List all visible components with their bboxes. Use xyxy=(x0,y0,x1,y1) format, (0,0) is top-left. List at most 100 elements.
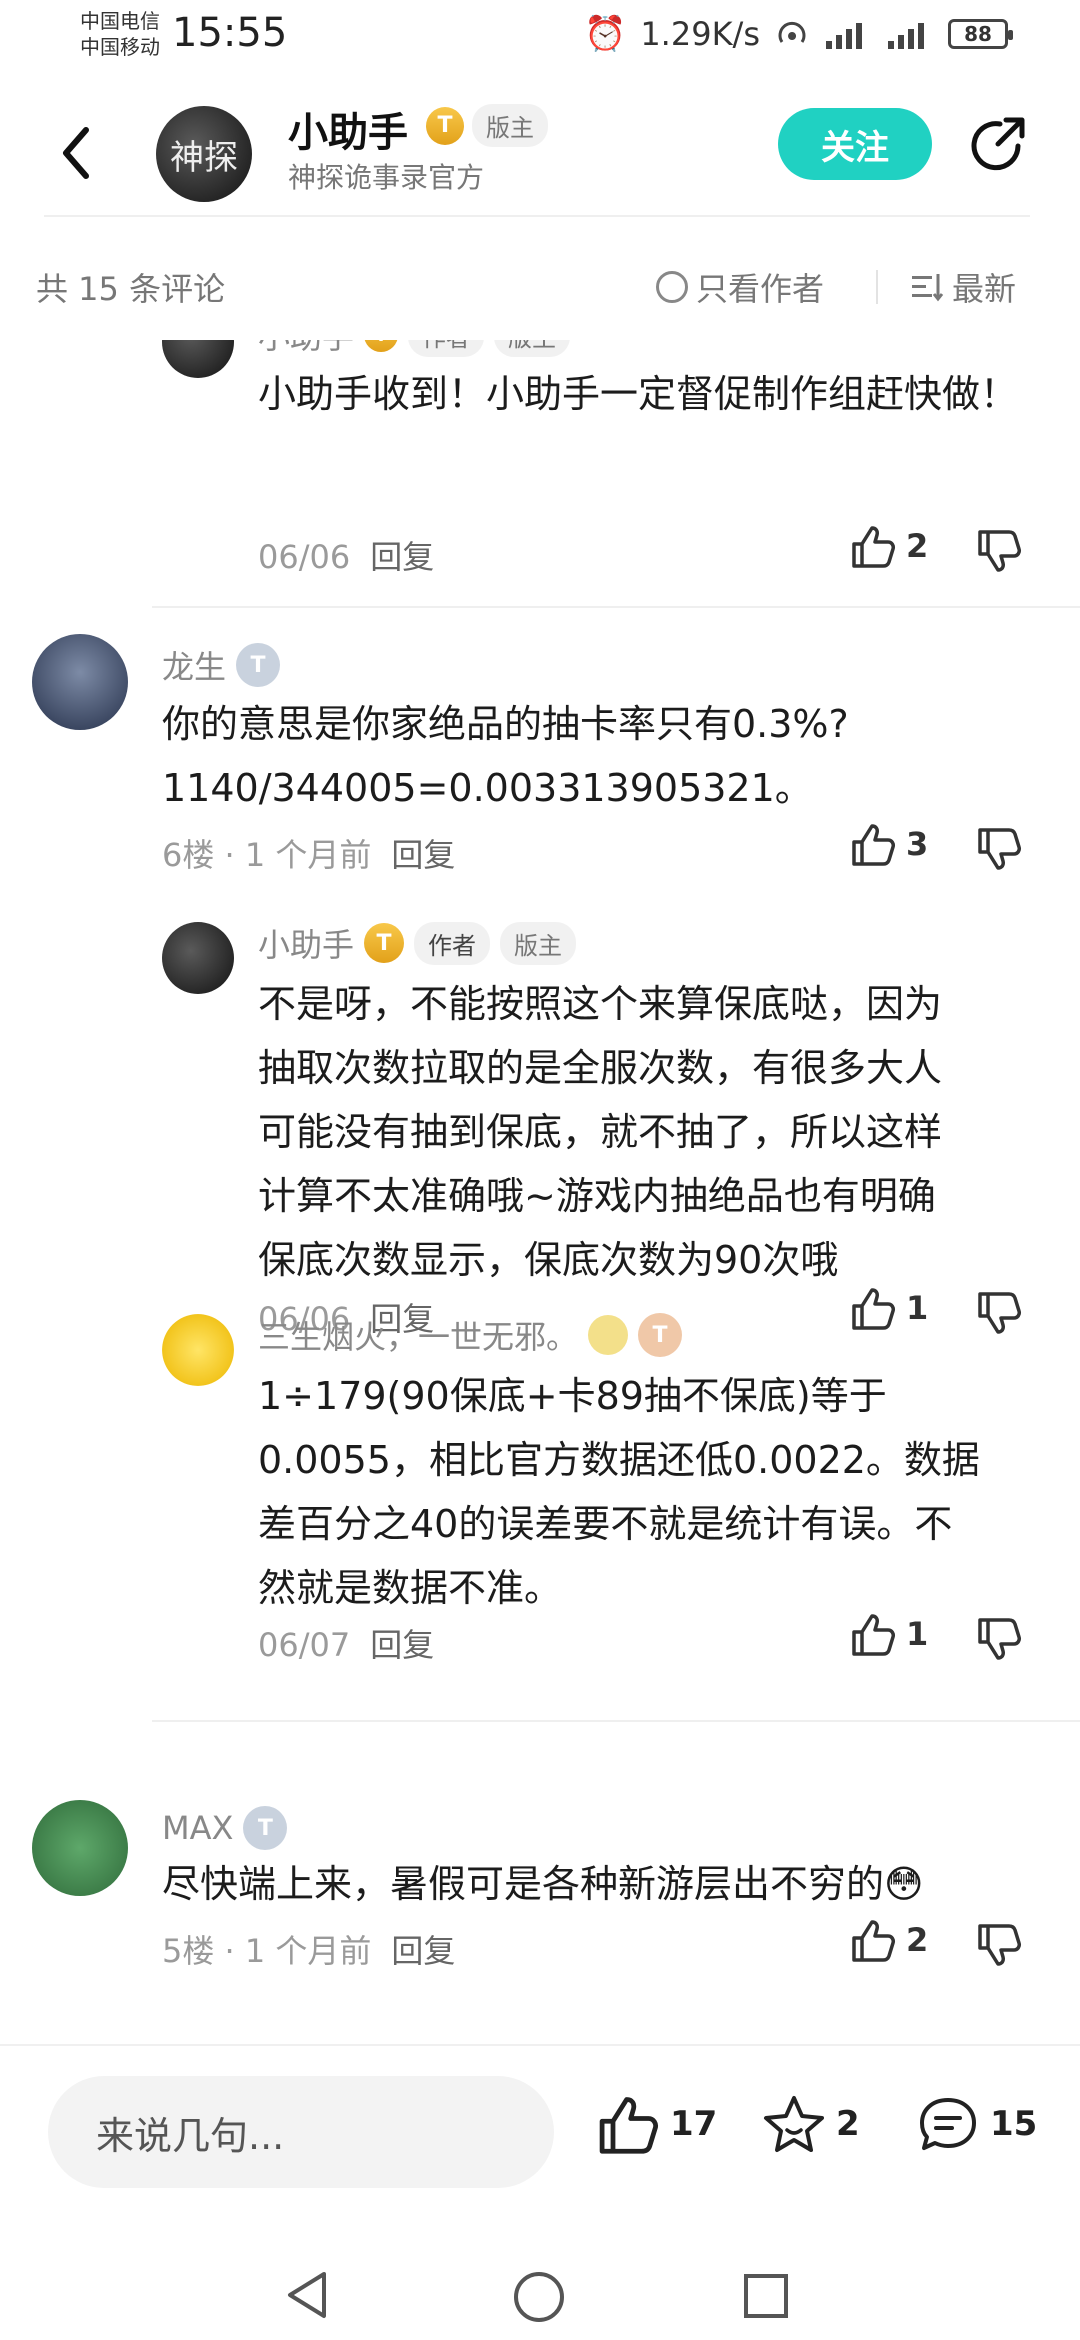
comment-toolbar: 共 15 条评论 只看作者 最新 xyxy=(0,258,1080,318)
clock: 15:55 xyxy=(172,10,288,56)
system-nav-bar xyxy=(0,2240,1080,2340)
level-badge: T xyxy=(364,923,405,963)
toolbar-separator xyxy=(876,270,878,304)
status-icons: ⏰ 1.29K/s 88 xyxy=(583,14,1013,54)
level-badge: T xyxy=(426,106,464,145)
comment-count: 共 15 条评论 xyxy=(36,270,226,308)
reply-meta: 06/07 回复 xyxy=(258,1620,434,1666)
reply-author: 小助手 T 作者 版主 xyxy=(258,920,577,966)
avatar-text: 神探 xyxy=(170,137,238,178)
comment-author-name[interactable]: MAX xyxy=(162,1809,233,1847)
thumbs-up-icon xyxy=(599,2097,658,2154)
reply-author: 三生烟火，一世无邪。 T xyxy=(258,1312,683,1358)
comment-meta: 5楼 · 1 个月前 回复 xyxy=(162,1926,455,1972)
level-badge: T xyxy=(638,1313,683,1357)
thumbs-down-icon[interactable] xyxy=(976,828,1022,872)
radio-icon xyxy=(656,271,688,303)
reply-text-line: 可能没有抽到保底，就不抽了，所以这样 xyxy=(258,1110,943,1154)
alarm-icon: ⏰ xyxy=(583,14,627,54)
like-button[interactable]: 2 xyxy=(850,1918,928,1962)
reply-item: 三生烟火，一世无邪。 T 1÷179(90保底+卡89抽不保底)等于 0.005… xyxy=(0,1310,1080,1730)
thumbs-up-icon xyxy=(852,1920,895,1962)
comment-text: 尽快端上来，暑假可是各种新游层出不穷的😳 xyxy=(162,1862,924,1906)
like-button[interactable]: 2 xyxy=(850,524,928,568)
thumbs-up-icon xyxy=(852,526,895,568)
reply-text-line: 0.0055，相比官方数据还低0.0022。数据 xyxy=(258,1438,980,1482)
only-author-toggle[interactable]: 只看作者 xyxy=(656,264,824,310)
comment-bubble-icon xyxy=(920,2098,976,2150)
thumbs-up-icon xyxy=(852,824,895,866)
favorite-button[interactable]: 2 xyxy=(762,2094,860,2154)
battery-icon: 88 xyxy=(948,19,1013,49)
sort-icon xyxy=(912,274,944,302)
comments-button[interactable]: 15 xyxy=(916,2094,1037,2154)
level-badge: T xyxy=(243,1806,288,1850)
comment-floor-time: 6楼 · 1 个月前 xyxy=(162,836,372,874)
status-bar: 中国电信 中国移动 15:55 ⏰ 1.29K/s 88 xyxy=(0,0,1080,80)
like-button[interactable]: 1 xyxy=(850,1612,928,1656)
moderator-tag: 版主 xyxy=(500,921,577,965)
author-tag: 作者 xyxy=(414,921,491,965)
author-name[interactable]: 小助手 xyxy=(288,100,408,158)
star-icon xyxy=(764,2096,824,2152)
comment-list: 小助手 T 作者 版主 小助手收到！小助手一定督促制作组赶快做！ 06/06 回复… xyxy=(0,340,1080,2040)
comment-meta: 6楼 · 1 个月前 回复 xyxy=(162,830,455,876)
reply-text-line: 1÷179(90保底+卡89抽不保底)等于 xyxy=(258,1374,887,1418)
comment-author: MAX T xyxy=(162,1806,288,1850)
reply-text: 1÷179(90保底+卡89抽不保底)等于 0.0055，相比官方数据还低0.0… xyxy=(258,1364,1048,1620)
reply-author-name[interactable]: 小助手 xyxy=(258,920,354,966)
comment-author-name[interactable]: 龙生 xyxy=(162,642,226,688)
sort-toggle[interactable]: 最新 xyxy=(910,264,1016,310)
sort-label: 最新 xyxy=(952,270,1017,308)
reply-button[interactable]: 回复 xyxy=(391,836,455,874)
favorite-count: 2 xyxy=(836,2104,860,2144)
comment-text: 你的意思是你家绝品的抽卡率只有0.3%? 1140/344005=0.00331… xyxy=(162,692,1042,820)
carrier-2: 中国移动 xyxy=(80,35,160,59)
reply-author-name[interactable]: 小助手 xyxy=(258,340,354,358)
comment-avatar[interactable] xyxy=(32,1800,128,1896)
only-author-label: 只看作者 xyxy=(696,270,825,308)
share-icon[interactable] xyxy=(966,112,1030,176)
back-icon[interactable] xyxy=(52,118,102,188)
carrier-1: 中国电信 xyxy=(80,9,160,33)
comment-divider xyxy=(152,606,1080,608)
sticker-icon xyxy=(588,1315,629,1355)
battery-level: 88 xyxy=(964,22,992,46)
comment-item: MAX T 尽快端上来，暑假可是各种新游层出不穷的😳 5楼 · 1 个月前 回复 … xyxy=(0,1800,1080,2040)
carrier-info: 中国电信 中国移动 xyxy=(80,8,160,60)
thumbs-down-icon[interactable] xyxy=(976,530,1022,574)
reply-avatar[interactable] xyxy=(162,922,234,994)
comment-author: 龙生 T xyxy=(162,642,281,688)
comment-input[interactable]: 来说几句... xyxy=(48,2076,554,2188)
comments-count: 15 xyxy=(990,2104,1038,2144)
like-button[interactable]: 3 xyxy=(850,822,928,866)
like-count: 1 xyxy=(906,1615,929,1653)
reply-text-line: 保底次数显示，保底次数为90次哦 xyxy=(258,1238,839,1282)
signal-icon-2 xyxy=(888,23,924,49)
reply-button[interactable]: 回复 xyxy=(370,1626,434,1664)
author-tag: 作者 xyxy=(408,340,485,357)
nav-back-icon[interactable] xyxy=(282,2268,332,2322)
comment-divider xyxy=(152,1720,1080,1722)
comment-item: 龙生 T 你的意思是你家绝品的抽卡率只有0.3%? 1140/344005=0.… xyxy=(0,630,1080,930)
post-header: 神探 小助手 T 版主 神探诡事录官方 关注 xyxy=(0,90,1080,218)
author-avatar[interactable]: 神探 xyxy=(156,106,252,202)
follow-button[interactable]: 关注 xyxy=(778,108,932,180)
thumbs-down-icon[interactable] xyxy=(976,1618,1022,1662)
header-divider xyxy=(44,215,1030,217)
like-count: 2 xyxy=(906,527,929,565)
nav-recents-icon[interactable] xyxy=(742,2272,790,2320)
reply-button[interactable]: 回复 xyxy=(391,1932,455,1970)
author-badges: T 版主 xyxy=(426,104,548,147)
bottom-action-bar: 来说几句... 17 2 15 xyxy=(0,2044,1080,2240)
nav-home-icon[interactable] xyxy=(512,2270,566,2324)
reply-avatar[interactable] xyxy=(162,340,234,378)
reply-text-line: 然就是数据不准。 xyxy=(258,1566,563,1610)
comment-avatar[interactable] xyxy=(32,634,128,730)
thumbs-down-icon[interactable] xyxy=(976,1924,1022,1968)
post-like-button[interactable]: 17 xyxy=(596,2094,717,2154)
reply-button[interactable]: 回复 xyxy=(370,538,434,576)
reply-avatar[interactable] xyxy=(162,1314,234,1386)
moderator-tag: 版主 xyxy=(472,104,548,147)
reply-author-name[interactable]: 三生烟火，一世无邪。 xyxy=(258,1312,578,1358)
